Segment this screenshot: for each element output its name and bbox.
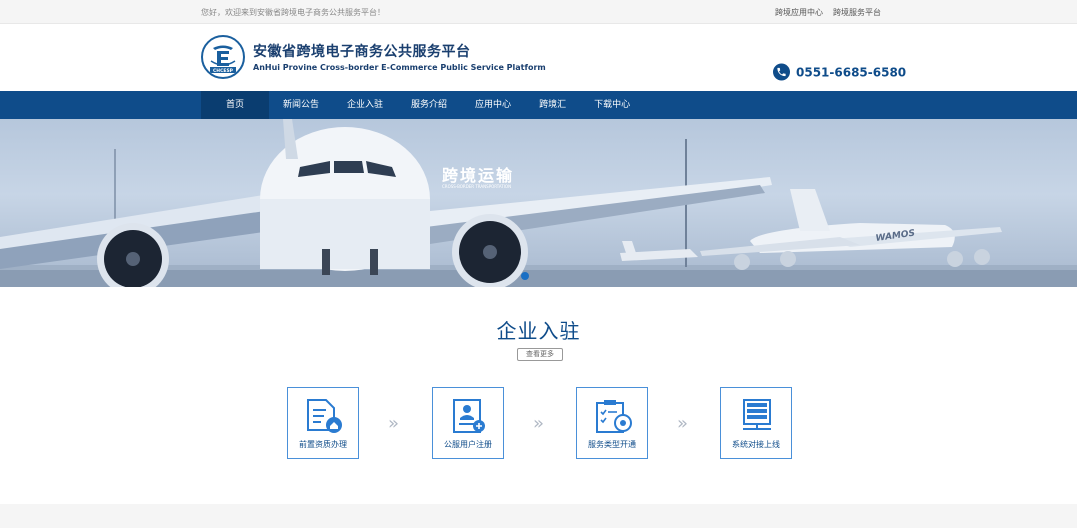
logo-text: 安徽省跨境电子商务公共服务平台 AnHui Provine Cross-bord… <box>253 43 546 73</box>
main-nav: 首页 新闻公告 企业入驻 服务介绍 应用中心 跨境汇 下载中心 <box>0 91 1077 119</box>
step-system-integration[interactable]: 系统对接上线 <box>720 387 792 459</box>
topbar-links: 跨境应用中心 跨境服务平台 <box>775 7 881 18</box>
phone-number: 0551-6685-6580 <box>796 65 907 79</box>
nav-item-crossborder[interactable]: 跨境汇 <box>525 91 580 119</box>
banner-title: 跨境运输 <box>442 166 515 185</box>
server-icon <box>743 399 771 430</box>
step-user-register[interactable]: 公服用户注册 <box>432 387 504 459</box>
nav-item-enterprise[interactable]: 企业入驻 <box>333 91 397 119</box>
nav-item-home[interactable]: 首页 <box>201 91 269 119</box>
nav-item-apps[interactable]: 应用中心 <box>461 91 525 119</box>
step-label: 系统对接上线 <box>732 440 780 449</box>
step-label: 前置资质办理 <box>299 440 347 449</box>
footer-strip <box>0 504 1077 528</box>
phone-icon <box>773 63 790 81</box>
site-title-en: AnHui Provine Cross-border E-Commerce Pu… <box>253 63 546 72</box>
site-logo[interactable]: CHCESP <box>201 35 245 79</box>
step-arrow-icon: » <box>388 413 400 434</box>
step-service-activation[interactable]: 服务类型开通 <box>576 387 648 459</box>
nav-item-news[interactable]: 新闻公告 <box>269 91 333 119</box>
step-qualification[interactable]: 前置资质办理 <box>287 387 359 459</box>
clipboard-gear-icon <box>596 400 632 433</box>
welcome-text: 您好，欢迎来到安徽省跨境电子商务公共服务平台！ <box>201 7 385 17</box>
step-label: 服务类型开通 <box>588 440 636 449</box>
step-label: 公服用户注册 <box>444 440 492 449</box>
nav-item-downloads[interactable]: 下载中心 <box>580 91 644 119</box>
logo-emblem-icon: CHCESP <box>204 38 242 76</box>
nav-item-services[interactable]: 服务介绍 <box>397 91 461 119</box>
user-register-icon <box>453 399 485 433</box>
top-bar: 您好，欢迎来到安徽省跨境电子商务公共服务平台！ 跨境应用中心 跨境服务平台 <box>0 0 1077 24</box>
logo-badge-text: CHCESP <box>213 68 234 74</box>
hero-banner[interactable]: WAMOS 跨境运输 CROSS-BORDER TRANSPORTATION <box>0 119 1077 287</box>
link-app-center[interactable]: 跨境应用中心 <box>775 7 823 18</box>
slider-indicator-dot[interactable] <box>521 272 529 280</box>
banner-airplanes-illustration: WAMOS <box>0 119 1077 287</box>
step-arrow-icon: » <box>533 413 545 434</box>
phone-contact: 0551-6685-6580 <box>773 63 907 81</box>
view-more-button[interactable]: 查看更多 <box>517 348 563 361</box>
site-header: CHCESP 安徽省跨境电子商务公共服务平台 AnHui Provine Cro… <box>0 24 1077 91</box>
document-home-icon <box>307 399 342 433</box>
step-arrow-icon: » <box>677 413 689 434</box>
link-service-platform[interactable]: 跨境服务平台 <box>833 7 881 18</box>
banner-subtitle: CROSS-BORDER TRANSPORTATION <box>442 184 512 189</box>
enterprise-section: 企业入驻 查看更多 前置资质办理 » 公服用户注册 » 服务类型开通 » 系统对… <box>0 287 1077 504</box>
site-title-cn: 安徽省跨境电子商务公共服务平台 <box>253 44 471 60</box>
section-title: 企业入驻 <box>496 319 581 343</box>
